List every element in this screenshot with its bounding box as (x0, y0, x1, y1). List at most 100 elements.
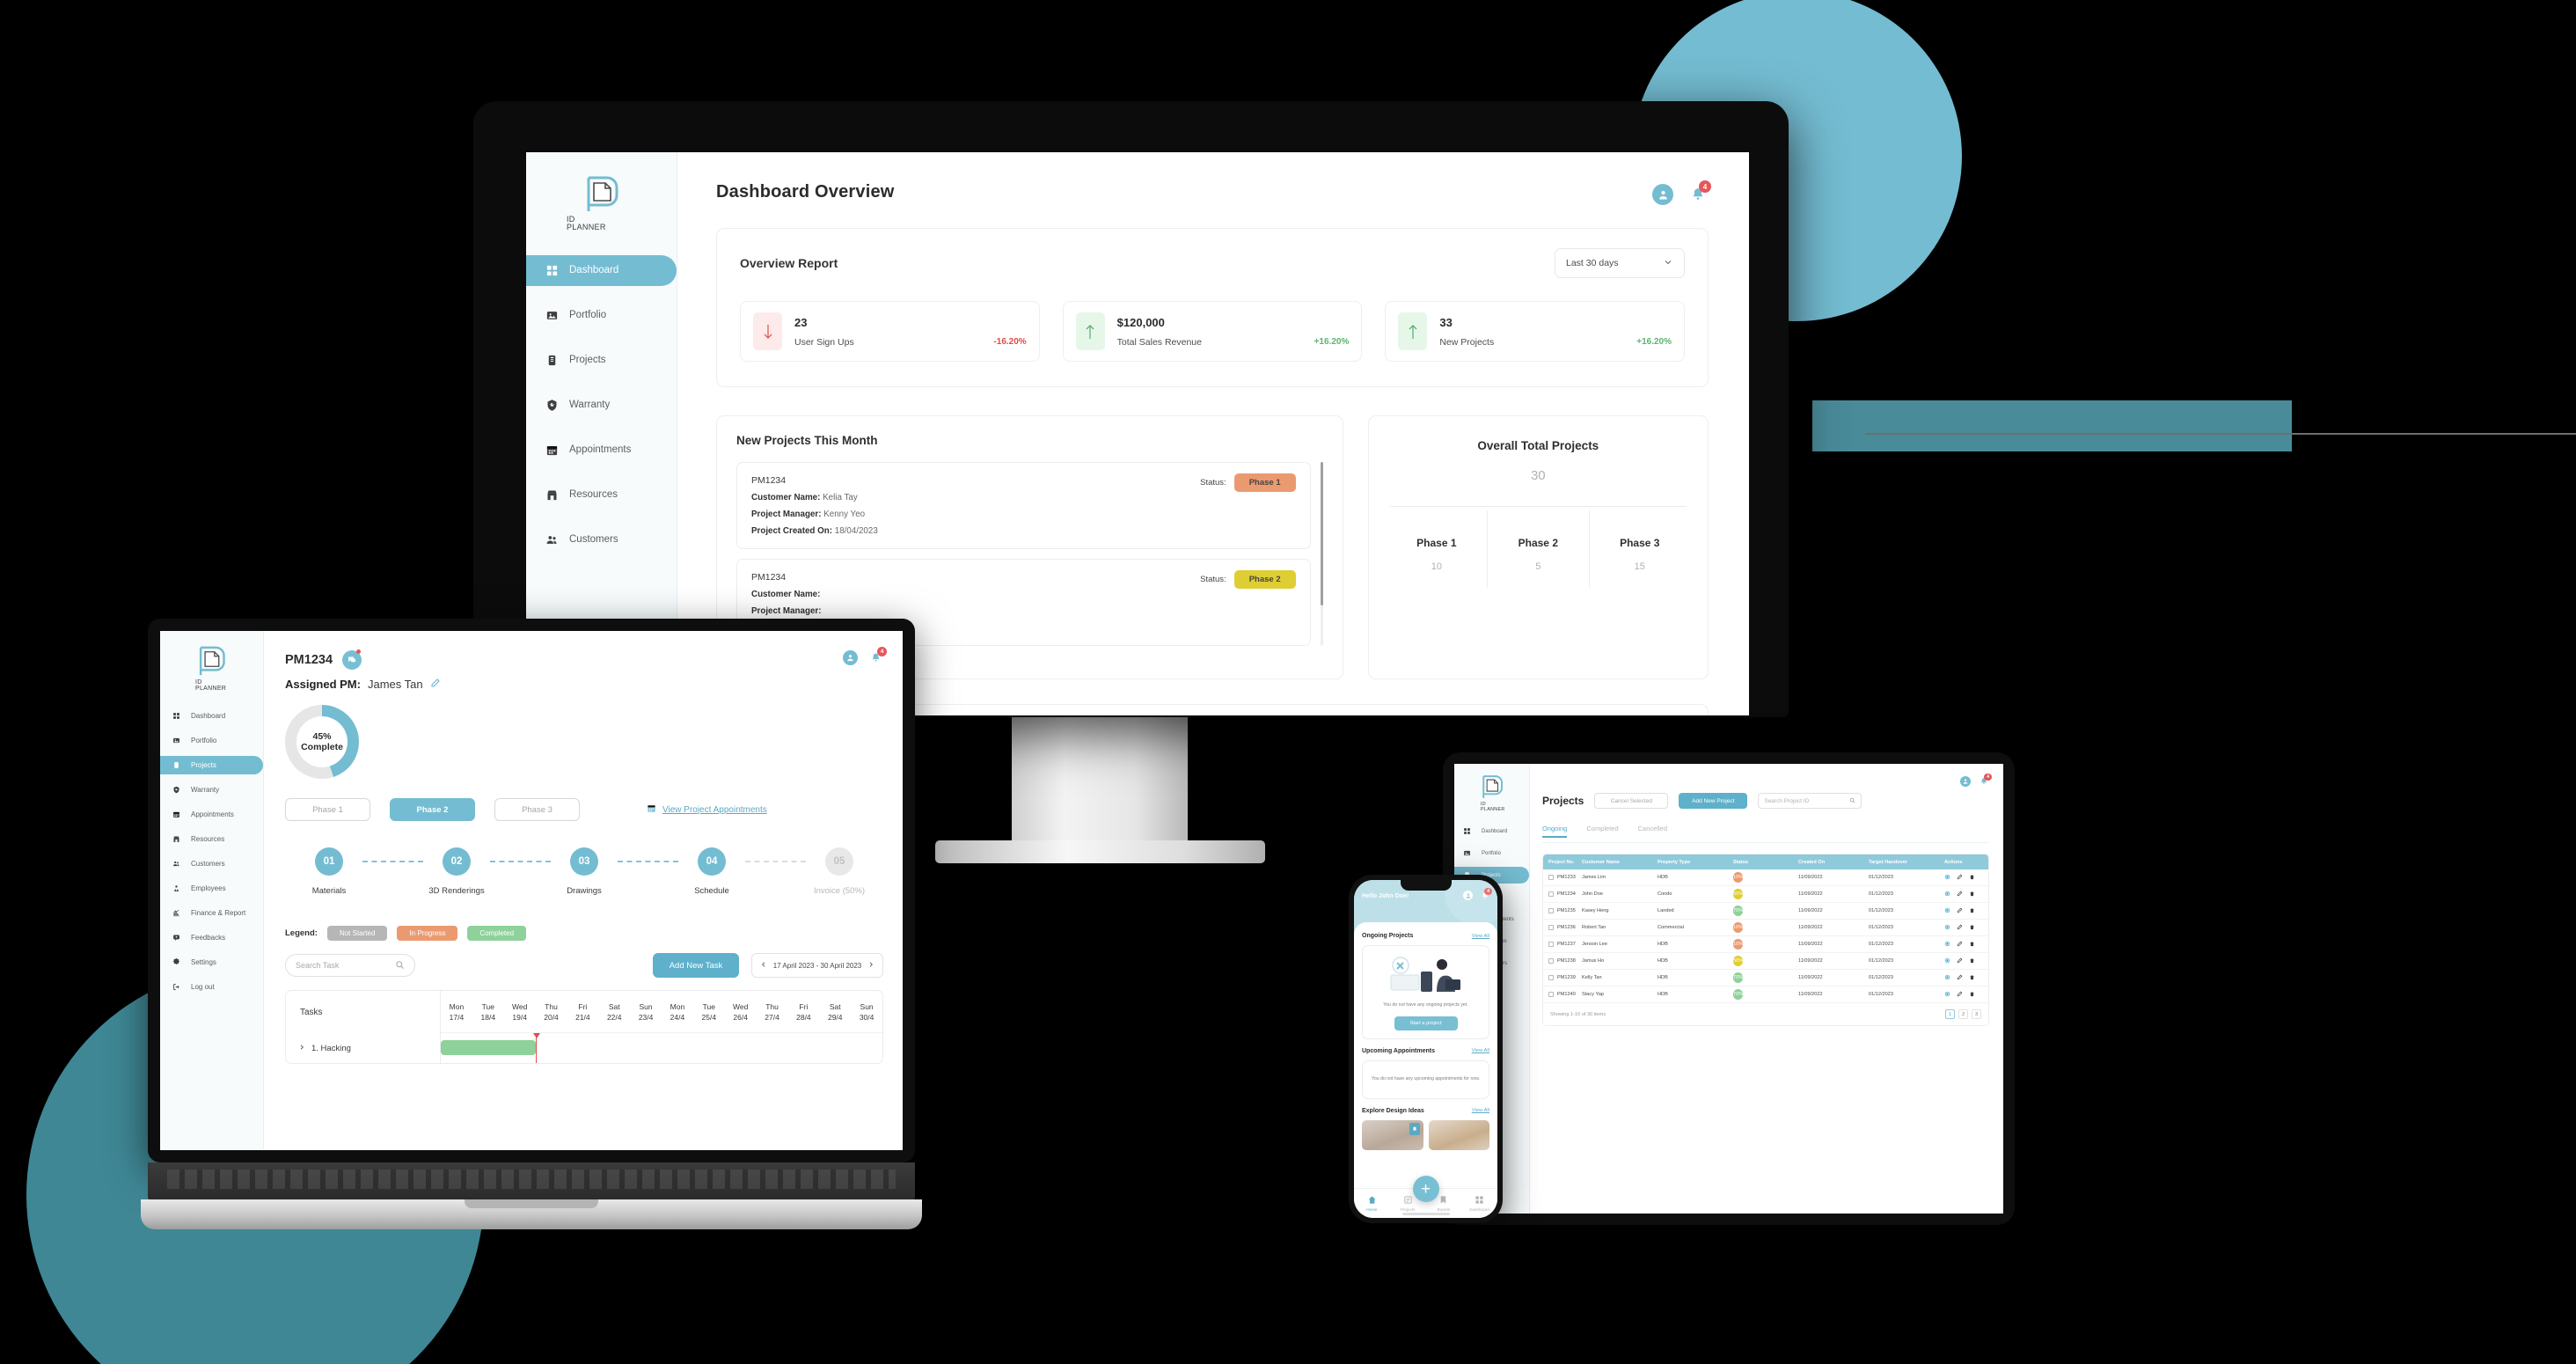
chat-icon[interactable] (342, 649, 362, 670)
delete-icon[interactable] (1969, 891, 1975, 898)
view-all-link[interactable]: View All (1472, 934, 1489, 939)
avatar[interactable] (1463, 891, 1473, 900)
tab-completed[interactable]: Completed (1586, 825, 1618, 838)
sidebar-item-customers[interactable]: Customers (160, 854, 263, 873)
sidebar-item-dashboard[interactable]: Dashboard (160, 707, 263, 725)
page-button[interactable]: 2 (1958, 1009, 1968, 1019)
chevron-right-icon[interactable] (298, 1044, 305, 1053)
cancel-selected-button[interactable]: Cancel Selected (1594, 793, 1669, 809)
sidebar-item-appointments[interactable]: Appointments (526, 435, 677, 466)
view-icon[interactable] (1944, 874, 1950, 882)
phase-tab-phase-3[interactable]: Phase 3 (494, 798, 580, 821)
sidebar-item-portfolio[interactable]: Portfolio (1454, 845, 1529, 862)
sidebar-item-feedbacks[interactable]: Feedbacks (160, 928, 263, 947)
start-a-project-button[interactable]: Start a project (1394, 1016, 1458, 1030)
table-row[interactable]: PM1234 John Doe Condo 50% 11/09/2022 01/12/20… (1543, 886, 1988, 903)
row-checkbox[interactable] (1548, 891, 1554, 897)
row-checkbox[interactable] (1548, 958, 1554, 964)
row-checkbox[interactable] (1548, 925, 1554, 930)
table-row[interactable]: PM1237 Jenson Lee HDB 10% 11/09/2022 01/12/20… (1543, 936, 1988, 953)
bookmark-icon[interactable] (1409, 1122, 1420, 1135)
edit-icon[interactable] (1957, 874, 1963, 882)
delete-icon[interactable] (1969, 957, 1975, 965)
sidebar-item-customers[interactable]: Customers (526, 524, 677, 555)
search-task-input[interactable]: Search Task (285, 954, 415, 977)
notifications-bell[interactable]: 4 (1480, 888, 1492, 900)
delete-icon[interactable] (1969, 924, 1975, 932)
view-icon[interactable] (1944, 907, 1950, 915)
project-step[interactable]: 05 Invoice (50%) (806, 847, 873, 896)
delete-icon[interactable] (1969, 941, 1975, 949)
view-all-link[interactable]: View All (1472, 1108, 1489, 1113)
date-range-select[interactable]: Last 30 days (1555, 248, 1685, 278)
notifications-bell[interactable]: 4 (1979, 774, 1992, 787)
table-row[interactable]: PM1239 Kelly Tan HDB 70% 11/09/2022 01/12/202… (1543, 970, 1988, 986)
row-checkbox[interactable] (1548, 992, 1554, 997)
sidebar-item-dashboard[interactable]: Dashboard (1454, 823, 1529, 840)
project-step[interactable]: 04 Schedule (678, 847, 745, 896)
sidebar-item-warranty[interactable]: Warranty (526, 390, 677, 421)
row-checkbox[interactable] (1548, 942, 1554, 947)
sidebar-item-resources[interactable]: Resources (160, 830, 263, 848)
edit-icon[interactable] (1957, 957, 1963, 965)
search-project-input[interactable]: Search Project ID (1758, 793, 1862, 809)
sidebar-item-dashboard[interactable]: Dashboard (526, 254, 677, 286)
add-fab-button[interactable]: + (1412, 1176, 1439, 1202)
project-step[interactable]: 03 Drawings (551, 847, 618, 896)
sidebar-item-finance-report[interactable]: Finance & Report (160, 904, 263, 922)
edit-icon[interactable] (1957, 941, 1963, 949)
view-all-link[interactable]: View All (1472, 1048, 1489, 1053)
edit-icon[interactable] (1957, 974, 1963, 982)
edit-icon[interactable] (1957, 924, 1963, 932)
edit-icon[interactable] (1957, 891, 1963, 898)
phase-tab-phase-1[interactable]: Phase 1 (285, 798, 370, 821)
delete-icon[interactable] (1969, 907, 1975, 915)
scrollbar[interactable] (1320, 462, 1323, 646)
delete-icon[interactable] (1969, 991, 1975, 999)
phone-tab-home[interactable]: Home (1354, 1195, 1390, 1212)
tab-ongoing[interactable]: Ongoing (1542, 825, 1568, 838)
sidebar-item-settings[interactable]: Settings (160, 953, 263, 972)
project-step[interactable]: 01 Materials (296, 847, 362, 896)
date-range-nav[interactable]: 17 April 2023 - 30 April 2023 (751, 953, 883, 978)
view-icon[interactable] (1944, 924, 1950, 932)
sidebar-item-appointments[interactable]: Appointments (160, 805, 263, 824)
project-step[interactable]: 02 3D Renderings (423, 847, 490, 896)
table-row[interactable]: PM1236 Robert Tan Commercial 10% 11/09/2022 0… (1543, 920, 1988, 936)
sidebar-item-projects[interactable]: Projects (526, 345, 677, 376)
avatar[interactable] (843, 650, 858, 665)
add-new-project-button[interactable]: Add New Project (1679, 793, 1748, 809)
sidebar-item-projects[interactable]: Projects (160, 755, 263, 774)
sidebar-item-portfolio[interactable]: Portfolio (526, 300, 677, 331)
view-icon[interactable] (1944, 891, 1950, 898)
gantt-bar[interactable] (441, 1040, 536, 1055)
add-new-task-button[interactable]: Add New Task (653, 953, 739, 978)
page-button[interactable]: 1 (1945, 1009, 1955, 1019)
edit-icon[interactable] (1957, 907, 1963, 915)
sidebar-item-log-out[interactable]: Log out (160, 978, 263, 996)
page-button[interactable]: 3 (1972, 1009, 1981, 1019)
table-row[interactable]: PM1233 James Lim HDB 10% 11/09/2022 01/12/202… (1543, 869, 1988, 886)
view-icon[interactable] (1944, 941, 1950, 949)
new-project-item[interactable]: PM1234 Customer Name: Kelia Tay Project Ma… (736, 462, 1311, 549)
next-range-icon[interactable] (867, 961, 875, 970)
gantt-task-row[interactable]: 1. Hacking (286, 1033, 440, 1063)
row-checkbox[interactable] (1548, 908, 1554, 913)
phase-tab-phase-2[interactable]: Phase 2 (390, 798, 475, 821)
table-row[interactable]: PM1240 Stacy Yap HDB 70% 11/09/2022 01/12/202… (1543, 986, 1988, 1003)
design-idea-thumbnail[interactable] (1362, 1119, 1423, 1150)
view-icon[interactable] (1944, 991, 1950, 999)
phone-tab-dashboard[interactable]: Dashboard (1461, 1195, 1497, 1212)
design-idea-thumbnail[interactable] (1428, 1119, 1489, 1150)
table-row[interactable]: PM1235 Kasey Heng Landed 70% 11/09/2022 01/12… (1543, 903, 1988, 920)
sidebar-item-resources[interactable]: Resources (526, 480, 677, 510)
view-icon[interactable] (1944, 974, 1950, 982)
table-row[interactable]: PM1238 Jamus Ho HDB 50% 11/09/2022 01/12/2023 (1543, 953, 1988, 970)
edit-icon[interactable] (1957, 991, 1963, 999)
prev-range-icon[interactable] (760, 961, 767, 970)
notifications-bell[interactable]: 4 (868, 647, 887, 665)
tab-cancelled[interactable]: Cancelled (1638, 825, 1667, 838)
avatar[interactable] (1960, 776, 1971, 787)
avatar[interactable] (1652, 184, 1673, 205)
sidebar-item-employees[interactable]: Employees (160, 879, 263, 898)
